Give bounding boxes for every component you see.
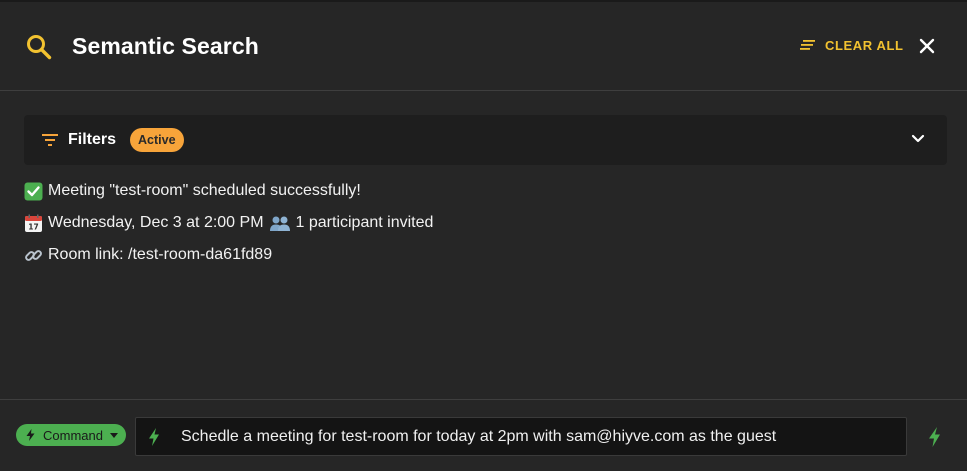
clear-all-icon bbox=[800, 40, 815, 50]
message-text: Meeting "test-room" scheduled successful… bbox=[48, 182, 361, 199]
command-bar: Command bbox=[0, 399, 967, 471]
caret-down-icon bbox=[109, 432, 118, 438]
status-badge: Active bbox=[130, 128, 184, 152]
filters-accordion[interactable]: Filters Active bbox=[24, 115, 947, 165]
mode-label: Command bbox=[43, 427, 103, 443]
calendar-emoji: 17 bbox=[25, 214, 42, 232]
search-icon bbox=[27, 35, 52, 60]
message-text: Room link: /test-room-da61fd89 bbox=[48, 246, 273, 263]
command-input-container bbox=[135, 417, 907, 456]
filter-icon bbox=[42, 134, 58, 146]
mode-select-button[interactable]: Command bbox=[16, 424, 126, 446]
message-text: Wednesday, Dec 3 at 2:00 PM bbox=[48, 214, 264, 231]
result-message: Meeting "test-room" scheduled successful… bbox=[24, 180, 361, 202]
filters-label: Filters bbox=[68, 131, 117, 148]
svg-text:17: 17 bbox=[28, 222, 38, 231]
result-message: Room link: /test-room-da61fd89 bbox=[24, 244, 272, 266]
header: Semantic Search CLEAR ALL bbox=[0, 2, 967, 91]
close-icon[interactable] bbox=[916, 35, 938, 57]
bolt-icon bbox=[149, 428, 159, 446]
chevron-down-icon[interactable] bbox=[911, 134, 925, 144]
clear-all-button[interactable]: CLEAR ALL bbox=[800, 35, 904, 55]
bolt-icon bbox=[26, 429, 35, 441]
participants-emoji bbox=[269, 216, 290, 231]
link-emoji bbox=[25, 249, 42, 261]
clear-all-label: CLEAR ALL bbox=[825, 37, 904, 53]
semantic-search-panel: Semantic Search CLEAR ALL Filters Active bbox=[0, 0, 967, 471]
command-input[interactable] bbox=[181, 418, 901, 455]
send-bolt-icon[interactable] bbox=[928, 427, 941, 447]
result-message: 17 Wednesday, Dec 3 at 2:00 PM 1 partici… bbox=[24, 212, 433, 234]
page-title: Semantic Search bbox=[72, 33, 259, 59]
check-mark-emoji bbox=[24, 182, 43, 200]
message-text: 1 participant invited bbox=[295, 214, 434, 231]
